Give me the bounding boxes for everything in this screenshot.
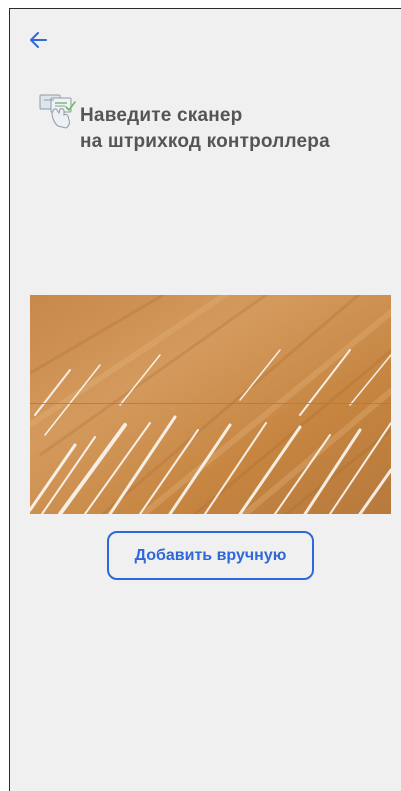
instruction-line-1: Наведите сканер xyxy=(80,105,243,126)
scan-instruction-header: Наведите сканер на штрихкод контроллера xyxy=(38,93,388,163)
add-manually-button[interactable]: Добавить вручную xyxy=(107,531,314,580)
scan-instruction-text: Наведите сканер на штрихкод контроллера xyxy=(80,103,330,155)
arrow-left-icon xyxy=(30,32,47,48)
instruction-line-2: на штрихкод контроллера xyxy=(80,131,330,152)
back-button[interactable] xyxy=(28,29,50,51)
camera-preview xyxy=(30,295,391,514)
scan-line xyxy=(30,403,391,404)
scanner-screen: Наведите сканер на штрихкод контроллера xyxy=(9,8,401,791)
camera-feed-image xyxy=(30,295,391,514)
barcode-scan-icon xyxy=(39,94,76,129)
